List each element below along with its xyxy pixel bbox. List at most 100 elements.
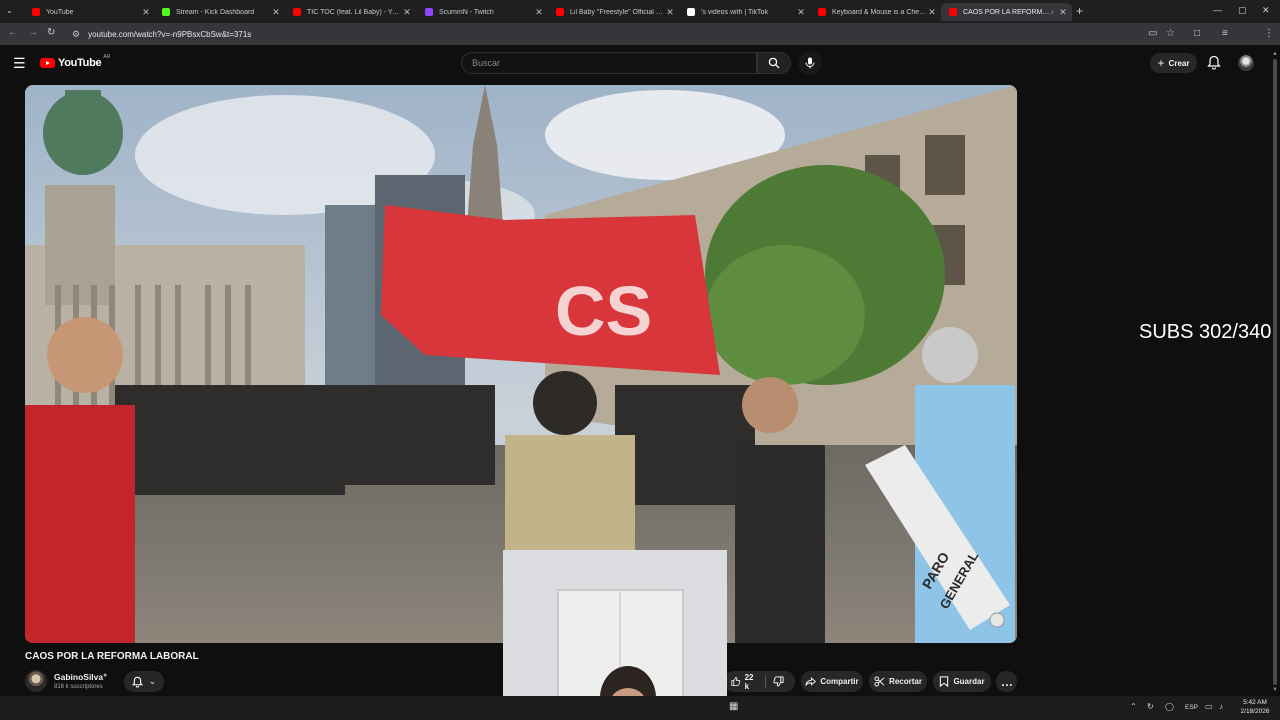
scroll-up-icon[interactable]: ▲ <box>1272 51 1278 57</box>
search-button[interactable] <box>757 52 791 74</box>
dislike-button[interactable] <box>766 671 795 692</box>
windows-taskbar: ▦ ⌃ ↻ ◯ ESP ▭ ♪ 5:42 AM 2/18/2026 <box>0 696 1280 720</box>
language-indicator[interactable]: ESP <box>1185 704 1198 711</box>
tab-label: ScummN - Twitch <box>439 8 494 16</box>
minimize-icon[interactable]: — <box>1213 5 1222 15</box>
tab-favicon-icon <box>32 8 40 16</box>
tab-close-icon[interactable]: ✕ <box>141 7 151 18</box>
new-tab-icon[interactable]: + <box>1076 4 1083 18</box>
tray-sync-icon[interactable]: ↻ <box>1147 702 1154 711</box>
tab-close-icon[interactable]: ✕ <box>402 7 412 18</box>
tab-close-icon[interactable]: ✕ <box>665 7 675 18</box>
channel-name[interactable]: GabinoSilva <box>54 672 103 682</box>
tab-favicon-icon <box>949 8 957 16</box>
tab-audio-icon[interactable]: ♪ <box>1051 9 1055 16</box>
subscriber-count: 816 k suscriptores <box>54 684 103 690</box>
youtube-play-icon <box>40 58 55 68</box>
bookmark-icon <box>940 676 949 687</box>
thumbs-down-icon <box>773 676 784 687</box>
tab-favicon-icon <box>818 8 826 16</box>
like-dislike-group: 22 k <box>724 671 795 692</box>
scrollbar-thumb[interactable] <box>1273 59 1277 685</box>
tab-label: Lil Baby "Freestyle" Official Music <box>570 8 665 16</box>
tab-favicon-icon <box>687 8 695 16</box>
search-input[interactable] <box>472 58 756 68</box>
extensions-icon[interactable]: □ <box>1194 28 1200 39</box>
tab-close-icon[interactable]: ✕ <box>927 7 937 18</box>
tab-favicon-icon <box>425 8 433 16</box>
tab-close-icon[interactable]: ✕ <box>271 7 281 18</box>
tab-close-icon[interactable]: ✕ <box>534 7 544 18</box>
browser-tab[interactable]: YouTube ✕ <box>24 3 155 21</box>
chevron-down-icon: ⌄ <box>148 676 157 686</box>
tab-label: TIC TOC (feat. Lil Baby) - YouTube <box>307 8 402 16</box>
more-horizontal-icon: … <box>1001 674 1013 689</box>
account-avatar[interactable] <box>1238 55 1254 71</box>
thumbs-up-icon <box>731 677 741 686</box>
channel-avatar[interactable] <box>25 670 47 692</box>
taskbar-app-icon[interactable]: ▦ <box>729 701 738 712</box>
bookmark-star-icon[interactable]: ☆ <box>1166 28 1175 39</box>
address-bar[interactable]: ⚙ youtube.com/watch?v=-n9PBsxCbSw&t=371s <box>64 25 1134 43</box>
tab-close-icon[interactable]: ✕ <box>1058 7 1068 18</box>
like-count: 22 k <box>744 672 754 691</box>
back-icon[interactable]: ← <box>8 27 18 38</box>
tab-search-icon[interactable]: ⌄ <box>6 6 13 15</box>
taskbar-clock[interactable]: 5:42 AM 2/18/2026 <box>1232 698 1278 716</box>
browser-tab[interactable]: Lil Baby "Freestyle" Official Music ✕ <box>548 3 679 21</box>
notification-preferences-button[interactable]: ⌄ <box>124 671 164 692</box>
voice-search-button[interactable] <box>798 51 822 75</box>
tray-mic-icon[interactable]: ◯ <box>1165 702 1174 711</box>
browser-tab[interactable]: ScummN - Twitch ✕ <box>417 3 548 21</box>
hamburger-menu-icon[interactable]: ☰ <box>13 55 26 72</box>
reload-icon[interactable]: ↻ <box>47 27 55 38</box>
tab-label: Stream - Kick Dashboard <box>176 8 255 16</box>
tray-display-icon[interactable]: ▭ <box>1205 702 1213 711</box>
tray-chevron-up-icon[interactable]: ⌃ <box>1130 702 1137 711</box>
share-icon <box>805 676 817 686</box>
cast-icon[interactable]: ▭ <box>1148 28 1157 39</box>
tab-label: YouTube <box>46 8 74 16</box>
page-scrollbar[interactable]: ▲ ▼ <box>1272 51 1278 693</box>
browser-tab[interactable]: Stream - Kick Dashboard ✕ <box>154 3 285 21</box>
video-title: CAOS POR LA REFORMA LABORAL <box>25 651 199 662</box>
browser-tab[interactable]: TIC TOC (feat. Lil Baby) - YouTube✕ <box>285 3 416 21</box>
url-text: youtube.com/watch?v=-n9PBsxCbSw&t=371s <box>88 29 252 39</box>
tab-label: Keyboard & Mouse is a Cheat Co <box>832 8 927 16</box>
youtube-logo[interactable]: YouTube AR <box>40 54 110 69</box>
search-icon <box>768 57 780 69</box>
tab-favicon-icon <box>556 8 564 16</box>
tray-speaker-icon[interactable]: ♪ <box>1219 702 1223 711</box>
browser-tab[interactable]: 's videos with | TikTok ✕ <box>679 3 810 21</box>
youtube-header: ☰ YouTube AR + Crear <box>0 45 1280 83</box>
create-label: Crear <box>1168 58 1190 68</box>
banner-main-text: CS <box>555 272 652 350</box>
tab-favicon-icon <box>293 8 301 16</box>
webcam-overlay <box>503 550 727 720</box>
clip-label: Recortar <box>889 677 922 686</box>
more-actions-button[interactable]: … <box>996 671 1017 692</box>
share-label: Compartir <box>820 677 859 686</box>
site-info-icon[interactable]: ⚙ <box>72 29 80 40</box>
search-box <box>461 52 757 74</box>
media-controls-icon[interactable]: ≡ <box>1222 28 1228 39</box>
tab-label: 's videos with | TikTok <box>701 8 768 16</box>
clip-button[interactable]: Recortar <box>869 671 927 692</box>
like-button[interactable]: 22 k <box>724 671 765 692</box>
logo-text: YouTube <box>58 57 102 69</box>
browser-tab[interactable]: CAOS POR LA REFORMA LABORAL♪✕ <box>941 3 1072 21</box>
close-window-icon[interactable]: ✕ <box>1262 5 1270 16</box>
share-button[interactable]: Compartir <box>801 671 863 692</box>
browser-tab-strip: ⌄ YouTube ✕ Stream - Kick Dashboard ✕ TIC TO… <box>0 0 1280 23</box>
browser-tab[interactable]: Keyboard & Mouse is a Cheat Co ✕ <box>810 3 941 21</box>
tab-close-icon[interactable]: ✕ <box>796 7 806 18</box>
maximize-icon[interactable]: ▢ <box>1238 5 1247 16</box>
forward-icon[interactable]: → <box>28 27 38 38</box>
browser-menu-icon[interactable]: ⋮ <box>1264 28 1274 39</box>
webcam-feed <box>503 550 727 720</box>
notifications-button[interactable] <box>1207 55 1221 75</box>
bell-icon <box>1207 55 1221 70</box>
create-button[interactable]: + Crear <box>1150 53 1197 73</box>
save-button[interactable]: Guardar <box>933 671 991 692</box>
scroll-down-icon[interactable]: ▼ <box>1272 687 1278 693</box>
